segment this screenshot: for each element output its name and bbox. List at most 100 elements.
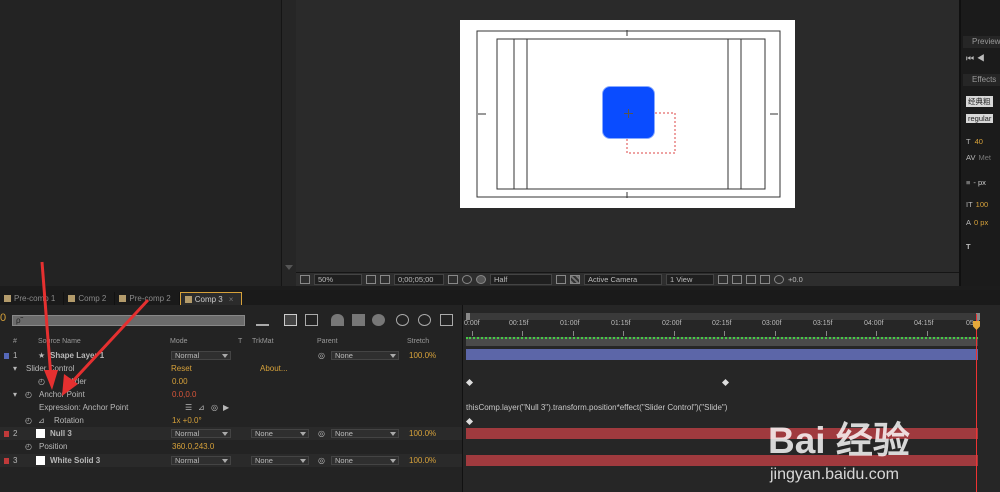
trkmat-dropdown[interactable]: None (251, 456, 309, 465)
ruler-label: 03:15f (813, 320, 833, 327)
draft-3d-icon[interactable] (284, 314, 297, 326)
expression-pickwhip-icon[interactable]: ◎ (211, 403, 218, 412)
vertical-scale-value[interactable]: 100 (976, 200, 989, 209)
tab-comp-3[interactable]: Comp 3 × (179, 292, 243, 305)
expression-language-menu-icon[interactable]: ▶ (223, 403, 229, 412)
font-size-icon: T 40 (966, 137, 983, 146)
stroke-width-value[interactable]: - px (973, 178, 986, 187)
work-area-start-handle[interactable] (466, 313, 470, 320)
work-area-bar[interactable] (466, 313, 980, 320)
mode-dropdown[interactable]: Normal (171, 351, 231, 360)
ruler-tick (775, 331, 776, 336)
layer-name[interactable]: White Solid 3 (50, 456, 100, 465)
toggle-pixel-aspect-icon[interactable] (718, 275, 728, 284)
layer-row-white-solid-3[interactable]: 3 White Solid 3 Normal None ◎ None 100.0… (0, 454, 462, 467)
font-style-field[interactable]: regular (966, 114, 994, 123)
ruler-tick (674, 331, 675, 336)
resolution-dropdown[interactable]: Half (490, 274, 552, 285)
stretch-value[interactable]: 100.0% (409, 456, 436, 465)
parent-dropdown[interactable]: None (331, 351, 399, 360)
ruler-label: 0:00f (464, 320, 480, 327)
pick-whip-icon[interactable]: ◎ (318, 429, 325, 438)
label-color[interactable] (4, 431, 9, 437)
baseline-shift-value[interactable]: 0 px (974, 218, 988, 227)
preview-panel-title[interactable]: Preview (963, 36, 1000, 48)
current-time-indicator[interactable] (976, 314, 977, 492)
faux-bold-button[interactable]: T (966, 242, 971, 251)
preview-controls[interactable]: ⏮ ◀ (966, 53, 985, 64)
reset-exposure-icon[interactable] (774, 275, 784, 284)
vertical-scale-icon: IT 100 (966, 200, 989, 209)
col-trkmat[interactable]: TrkMat (252, 338, 274, 345)
stroke-width-icon: ≡ - px (966, 178, 986, 187)
parent-dropdown[interactable]: None (331, 429, 399, 438)
font-family-field[interactable]: 经典粗 (966, 96, 993, 107)
snapshot-icon[interactable] (448, 275, 458, 284)
mode-dropdown[interactable]: Normal (171, 429, 231, 438)
scroll-down-icon[interactable] (285, 265, 293, 270)
pick-whip-icon[interactable]: ◎ (318, 351, 325, 360)
comp-color-swatch (184, 295, 192, 303)
layer-number: 3 (13, 456, 18, 465)
ruler-label: 04:00f (864, 320, 884, 327)
col-stretch[interactable]: Stretch (407, 338, 429, 345)
solid-swatch-icon (36, 429, 45, 438)
region-of-interest-icon[interactable] (556, 275, 566, 284)
parent-dropdown[interactable]: None (331, 456, 399, 465)
zoom-dropdown[interactable]: 50% (314, 274, 362, 285)
timeline-icon[interactable] (746, 275, 756, 284)
always-preview-icon[interactable] (300, 275, 310, 284)
anchor-point-icon[interactable] (624, 109, 633, 118)
graph-editor-icon[interactable] (440, 314, 453, 326)
views-dropdown[interactable]: 1 View (666, 274, 714, 285)
layer-bar-shape-layer-1[interactable] (466, 349, 978, 360)
layer-name[interactable]: Null 3 (50, 429, 72, 438)
about-link[interactable]: About... (260, 364, 288, 373)
label-color[interactable] (4, 458, 9, 464)
close-icon[interactable]: × (229, 295, 234, 304)
stretch-value[interactable]: 100.0% (409, 429, 436, 438)
trkmat-dropdown[interactable]: None (251, 429, 309, 438)
fast-previews-icon[interactable] (732, 275, 742, 284)
auto-keyframe-icon[interactable] (396, 314, 409, 326)
watermark-url: jingyan.baidu.com (770, 466, 899, 483)
effects-panel-title[interactable]: Effects (963, 74, 1000, 86)
expression-graph-icon[interactable]: ⊿ (198, 403, 205, 412)
col-parent[interactable]: Parent (317, 338, 338, 345)
ruler-label: 04:15f (914, 320, 934, 327)
transparency-grid-icon[interactable] (570, 275, 580, 284)
ruler-tick (876, 331, 877, 336)
motion-blur-icon[interactable] (352, 314, 365, 326)
expression-code-field[interactable]: thisComp.layer("Null 3").transform.posit… (466, 403, 727, 412)
property-value[interactable]: 360.0,243.0 (172, 442, 214, 451)
stretch-value[interactable]: 100.0% (409, 351, 436, 360)
comp-flowchart-icon[interactable] (760, 275, 770, 284)
font-size-value[interactable]: 40 (975, 137, 983, 146)
current-time-display[interactable]: 0;00;05;00 (394, 274, 444, 285)
brainstorm-icon[interactable] (372, 314, 385, 326)
mode-dropdown[interactable]: Normal (171, 456, 231, 465)
ruler-label: 02:15f (712, 320, 732, 327)
camera-dropdown[interactable]: Active Camera (584, 274, 662, 285)
frame-blending-icon[interactable] (331, 314, 344, 326)
hide-shy-layers-icon[interactable] (305, 314, 318, 326)
expression-enable-icon[interactable]: ☰ (185, 403, 192, 412)
exposure-value[interactable]: +0.0 (788, 275, 803, 284)
composition-canvas[interactable] (460, 20, 795, 208)
kerning-value[interactable]: Met (978, 153, 991, 162)
property-row-position[interactable]: ◴ Position 360.0,243.0 (0, 440, 462, 453)
project-scrollbar[interactable] (281, 0, 296, 286)
color-channel-icon[interactable] (476, 275, 486, 284)
ruler-tick (623, 331, 624, 336)
safe-zones-icon[interactable] (366, 275, 376, 284)
stopwatch-icon[interactable]: ◴ (25, 442, 32, 451)
col-t[interactable]: T (238, 338, 242, 345)
mask-visibility-icon[interactable] (380, 275, 390, 284)
comp-mini-flowchart-icon[interactable] (256, 314, 269, 326)
pick-whip-icon[interactable]: ◎ (318, 456, 325, 465)
viewer-toolbar: 50% 0;00;05;00 Half Active Camera 1 View… (296, 272, 959, 286)
show-channel-icon[interactable] (462, 275, 472, 284)
stopwatch-icon[interactable] (418, 314, 431, 326)
ruler-tick (724, 331, 725, 336)
ruler-label: 02:00f (662, 320, 682, 327)
